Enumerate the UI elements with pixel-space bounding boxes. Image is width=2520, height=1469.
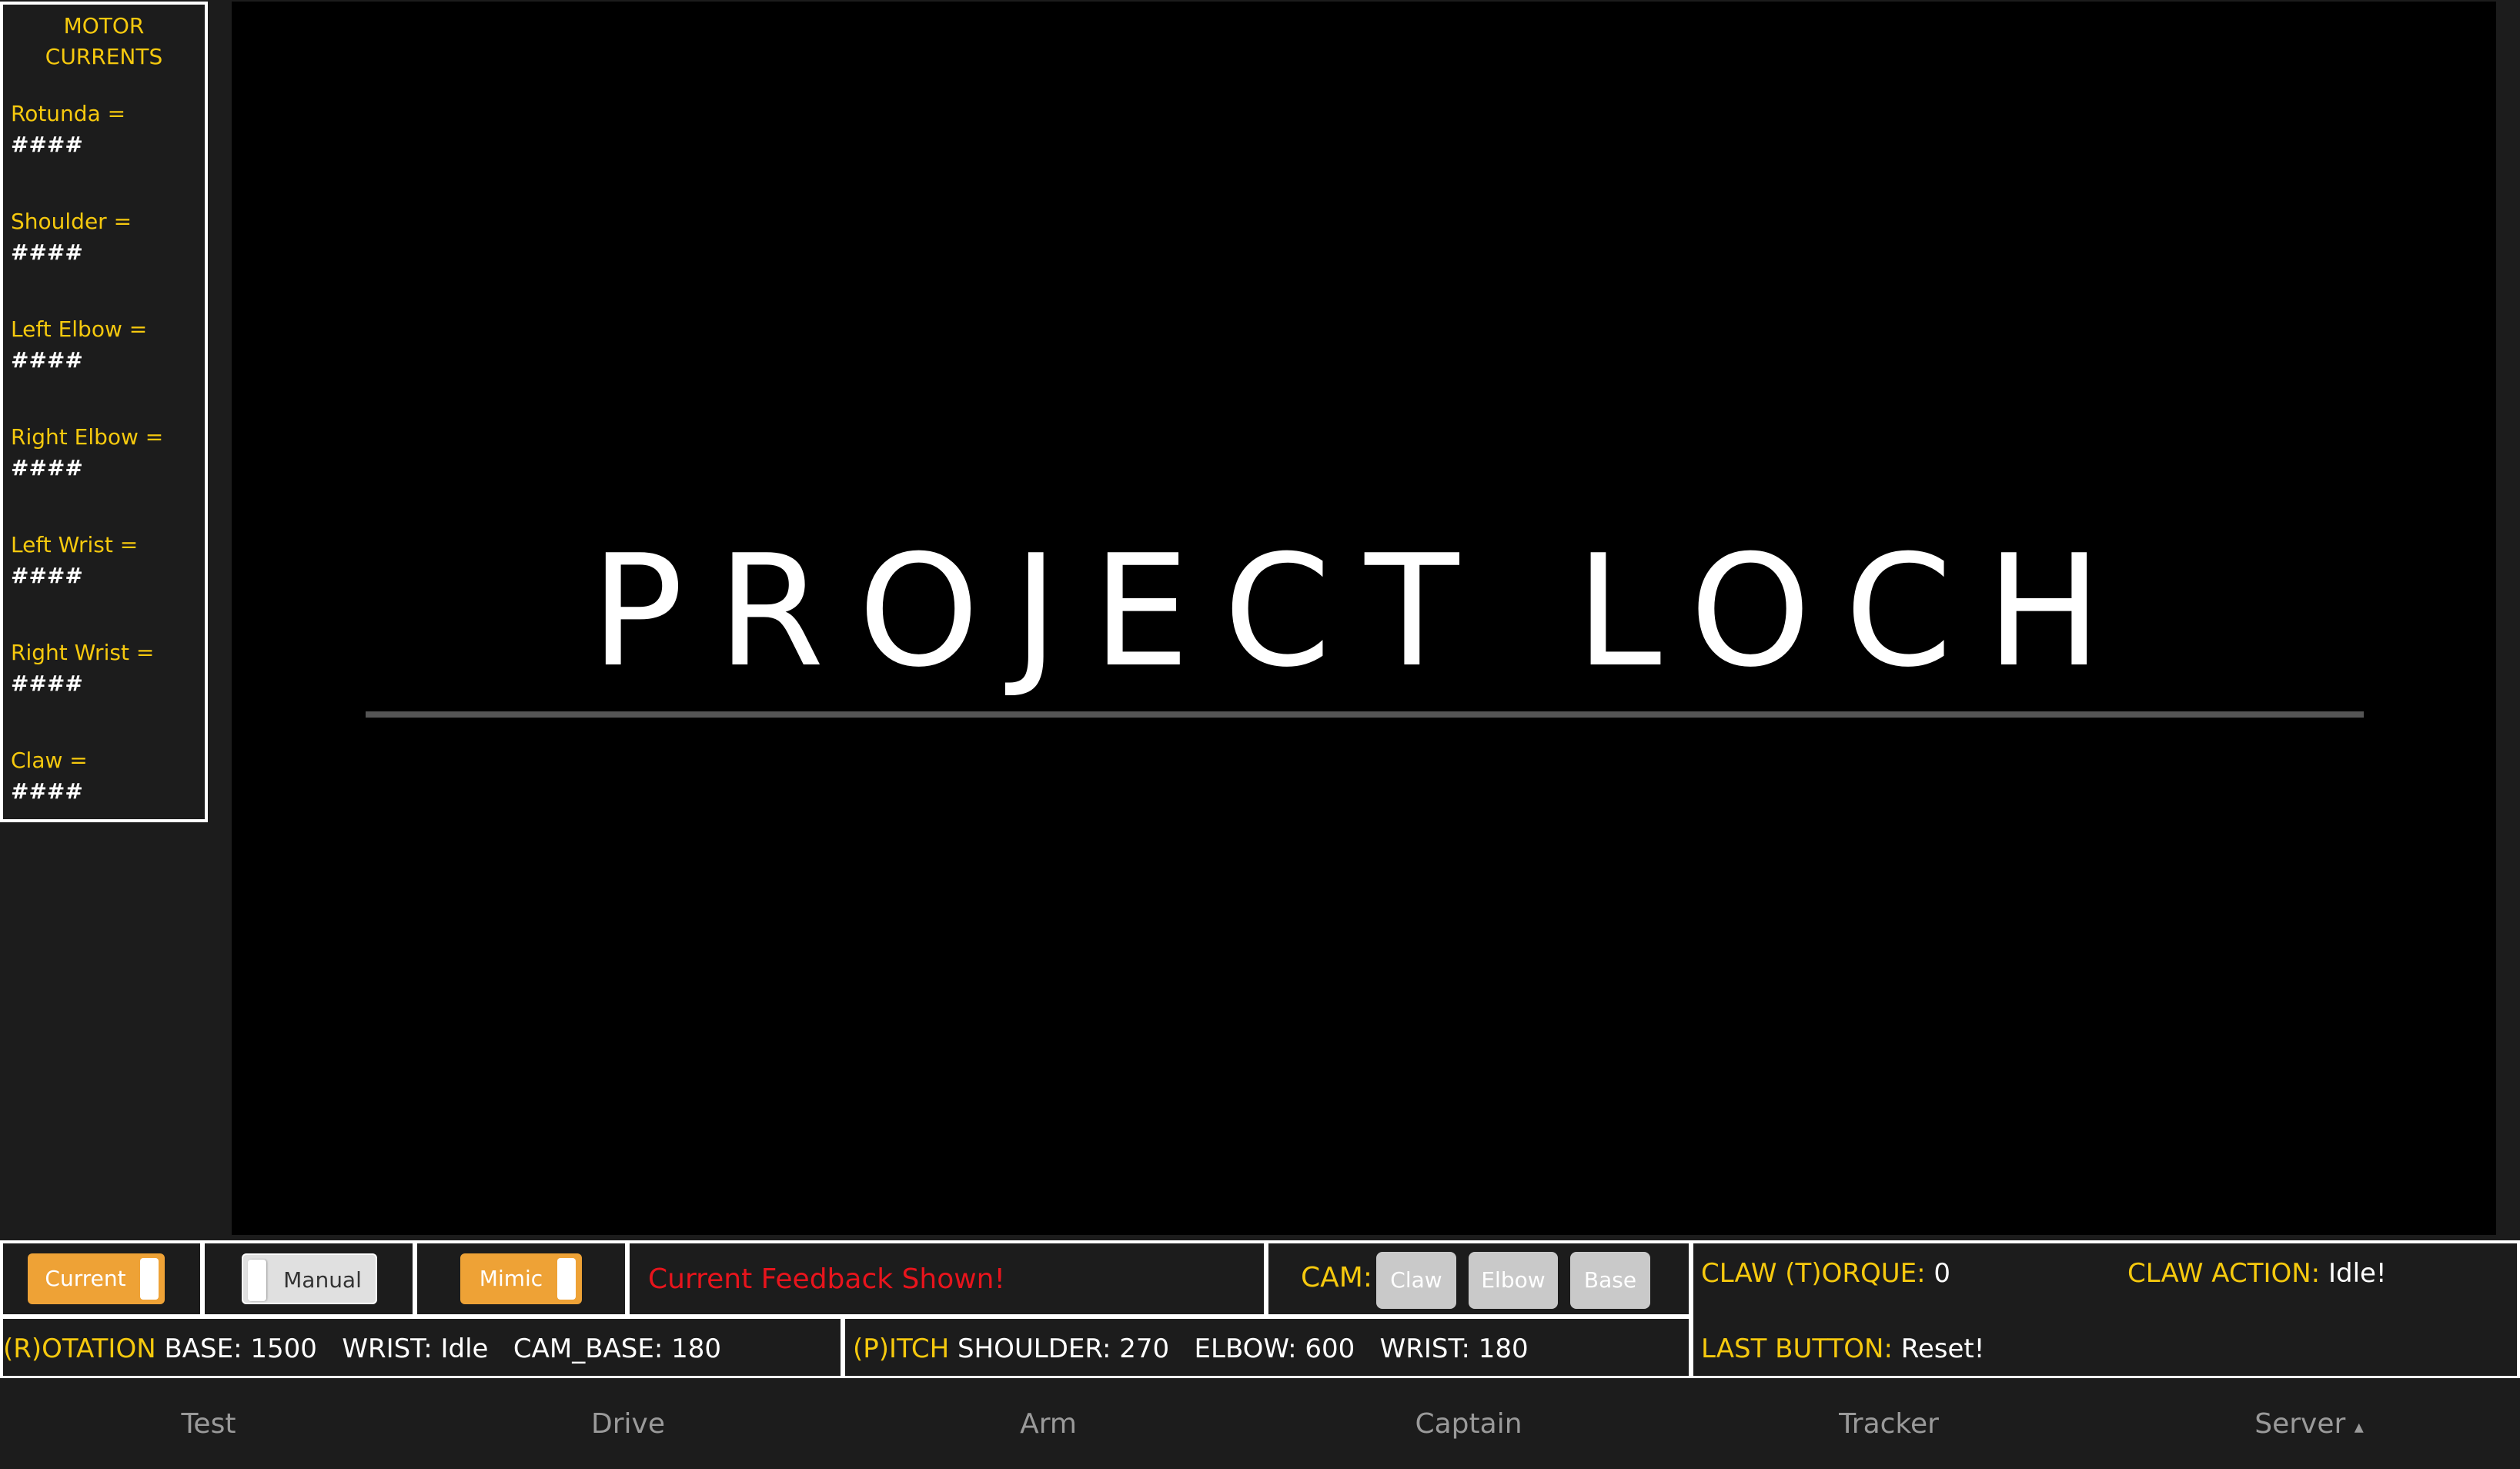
last-button-label: LAST BUTTON: <box>1701 1333 1893 1364</box>
project-logo-text: PROJECT LOCH <box>590 522 2136 701</box>
motor-value: #### <box>11 455 83 480</box>
motor-label: Left Wrist = <box>11 532 139 557</box>
rotation-readout: (R)OTATION BASE: 1500 WRIST: Idle CAM_BA… <box>3 1332 721 1366</box>
current-toggle-label: Current <box>45 1266 126 1291</box>
toggle-knob <box>557 1258 576 1300</box>
motor-value: #### <box>11 239 83 265</box>
logo-underline <box>366 711 2364 718</box>
claw-action-label: CLAW ACTION: <box>2127 1258 2321 1289</box>
motor-value: #### <box>11 347 83 373</box>
panel-title-line1: MOTOR <box>63 13 145 38</box>
mimic-toggle-label: Mimic <box>479 1266 543 1291</box>
caret-up-icon: ▴ <box>2354 1416 2364 1437</box>
rotation-label: (R)OTATION <box>3 1333 156 1364</box>
motor-label: Shoulder = <box>11 209 132 234</box>
motor-value: #### <box>11 778 83 804</box>
pitch-values: SHOULDER: 270 ELBOW: 600 WRIST: 180 <box>957 1333 1529 1364</box>
motor-left-elbow: Left Elbow = #### <box>11 314 147 376</box>
mimic-toggle[interactable]: Mimic <box>460 1253 582 1304</box>
claw-action-value: Idle! <box>2328 1258 2387 1289</box>
motor-value: #### <box>11 563 83 588</box>
claw-torque-value: 0 <box>1933 1258 1951 1289</box>
nav-server-label: Server <box>2254 1408 2346 1440</box>
claw-torque-label: CLAW (T)ORQUE: <box>1701 1258 1926 1289</box>
rotation-values: BASE: 1500 WRIST: Idle CAM_BASE: 180 <box>164 1333 722 1364</box>
manual-toggle[interactable]: Manual <box>242 1253 377 1304</box>
motor-label: Right Elbow = <box>11 424 164 450</box>
cam-elbow-button[interactable]: Elbow <box>1469 1252 1558 1309</box>
nav-test[interactable]: Test <box>55 1407 363 1441</box>
motor-right-elbow: Right Elbow = #### <box>11 422 163 484</box>
motor-currents-panel: MOTOR CURRENTS Rotunda = #### Shoulder =… <box>0 2 208 822</box>
current-toggle[interactable]: Current <box>28 1253 165 1304</box>
pitch-readout: (P)ITCH SHOULDER: 270 ELBOW: 600 WRIST: … <box>853 1332 1529 1366</box>
manual-toggle-label: Manual <box>283 1267 362 1293</box>
nav-server[interactable]: Server ▴ <box>2155 1407 2463 1444</box>
camera-feed: PROJECT LOCH <box>232 2 2496 1235</box>
motor-right-wrist: Right Wrist = #### <box>11 637 154 699</box>
nav-tracker[interactable]: Tracker <box>1735 1407 2043 1441</box>
motor-claw: Claw = #### <box>11 745 88 807</box>
panel-title-line2: CURRENTS <box>45 44 163 69</box>
cam-label: CAM: <box>1301 1262 1372 1293</box>
toggle-knob <box>140 1258 159 1300</box>
toggle-knob <box>248 1260 266 1301</box>
claw-action: CLAW ACTION: Idle! <box>2127 1257 2387 1290</box>
motor-value: #### <box>11 671 83 696</box>
motor-rotunda: Rotunda = #### <box>11 99 125 160</box>
motor-label: Left Elbow = <box>11 316 148 342</box>
cam-claw-button[interactable]: Claw <box>1376 1252 1456 1309</box>
motor-left-wrist: Left Wrist = #### <box>11 530 138 591</box>
nav-drive[interactable]: Drive <box>474 1407 782 1441</box>
motor-label: Claw = <box>11 748 88 773</box>
bottom-nav <box>0 1378 2520 1469</box>
nav-arm[interactable]: Arm <box>894 1407 1202 1441</box>
feedback-status-text: Current Feedback Shown! <box>648 1263 1005 1295</box>
nav-captain[interactable]: Captain <box>1315 1407 1623 1441</box>
motor-value: #### <box>11 132 83 157</box>
panel-title: MOTOR CURRENTS <box>3 11 205 72</box>
motor-label: Rotunda = <box>11 101 126 126</box>
last-button-value: Reset! <box>1900 1333 1985 1364</box>
cam-base-button[interactable]: Base <box>1570 1252 1650 1309</box>
motor-shoulder: Shoulder = #### <box>11 206 132 268</box>
claw-torque: CLAW (T)ORQUE: 0 <box>1701 1257 1950 1290</box>
motor-label: Right Wrist = <box>11 640 155 665</box>
last-button: LAST BUTTON: Reset! <box>1701 1332 1984 1366</box>
pitch-label: (P)ITCH <box>853 1333 950 1364</box>
